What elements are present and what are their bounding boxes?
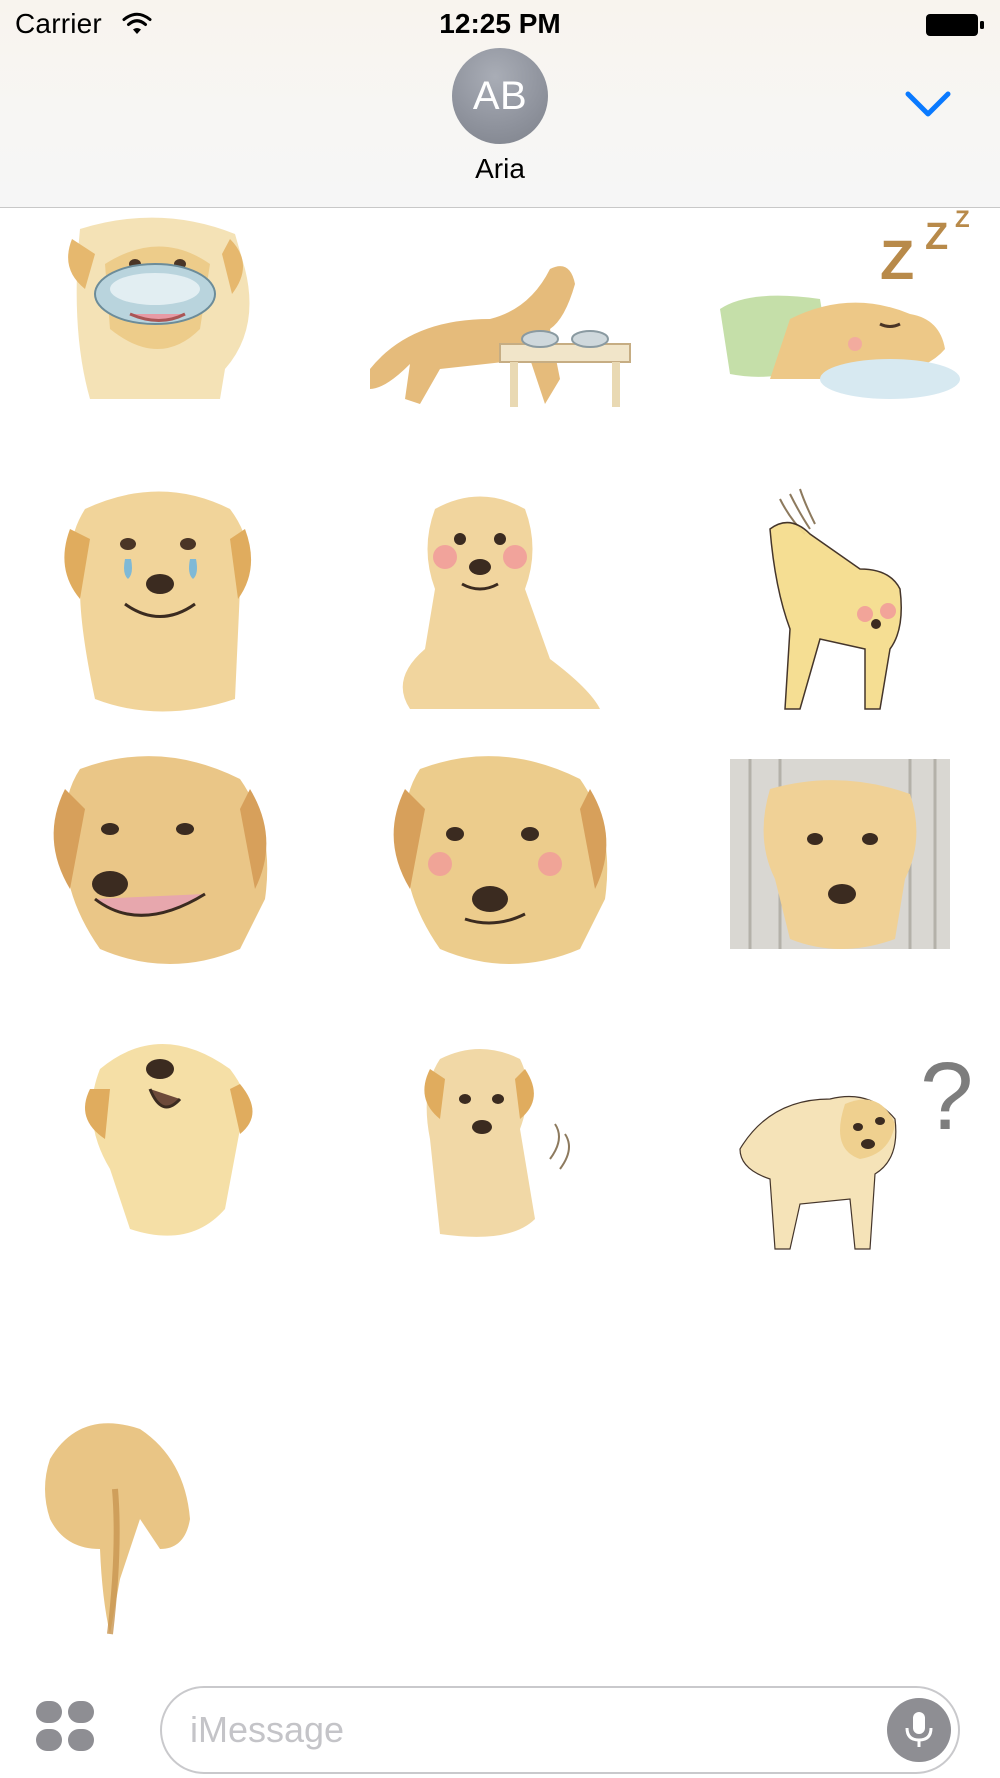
sticker-dog-gloomy[interactable] bbox=[690, 749, 990, 1019]
message-field[interactable] bbox=[160, 1686, 960, 1774]
microphone-icon bbox=[905, 1712, 933, 1747]
message-compose-bar bbox=[0, 1669, 1000, 1778]
contact-avatar[interactable]: AB bbox=[452, 48, 548, 144]
svg-text:Z: Z bbox=[880, 228, 914, 291]
dog-gloomy-image bbox=[730, 759, 950, 949]
sticker-dog-blushing[interactable] bbox=[350, 479, 650, 749]
dog-blushing-image bbox=[402, 496, 600, 709]
svg-text:Z: Z bbox=[955, 209, 970, 233]
dog-blushing-face-image bbox=[393, 756, 608, 964]
sticker-dog-with-bowl[interactable] bbox=[10, 209, 310, 479]
dog-eating-image bbox=[370, 266, 631, 407]
sticker-dog-tail[interactable] bbox=[10, 1399, 240, 1639]
sticker-dog-blushing-face[interactable] bbox=[350, 749, 650, 1019]
dog-question-image: ? bbox=[739, 1043, 973, 1250]
status-time: 12:25 PM bbox=[439, 8, 561, 39]
sticker-dog-sitting[interactable] bbox=[350, 1029, 650, 1299]
svg-text:Z: Z bbox=[925, 216, 948, 258]
chevron-down-icon[interactable] bbox=[900, 84, 956, 124]
dog-shaking-image bbox=[769, 488, 902, 710]
sticker-dog-crying[interactable] bbox=[10, 479, 310, 749]
sticker-dog-sleeping[interactable]: Z Z Z bbox=[690, 209, 990, 479]
dog-crying-image bbox=[64, 491, 252, 712]
sticker-dog-question[interactable]: ? bbox=[690, 1029, 990, 1299]
sticker-dog-eating[interactable] bbox=[350, 229, 650, 499]
dog-tail-image bbox=[45, 1423, 190, 1635]
message-input[interactable] bbox=[190, 1688, 840, 1772]
conversation-header: Carrier 12:25 PM AB Aria bbox=[0, 0, 1000, 208]
dog-with-bowl-image bbox=[68, 217, 250, 399]
app-drawer-icon[interactable] bbox=[34, 1699, 98, 1755]
dog-sitting-image bbox=[424, 1049, 570, 1237]
contact-name[interactable]: Aria bbox=[0, 153, 1000, 185]
sticker-browser: Z Z Z ? bbox=[0, 209, 1000, 1669]
sticker-dog-howling[interactable] bbox=[10, 1029, 310, 1299]
dog-sleeping-image: Z Z Z bbox=[720, 209, 970, 399]
status-bar: Carrier 12:25 PM bbox=[0, 0, 1000, 48]
svg-text:?: ? bbox=[920, 1043, 973, 1150]
battery-icon bbox=[926, 14, 984, 36]
dog-smiling-image bbox=[53, 756, 268, 964]
dog-howling-image bbox=[85, 1044, 253, 1236]
microphone-button[interactable] bbox=[887, 1698, 951, 1762]
sticker-dog-shaking[interactable] bbox=[690, 479, 990, 749]
sticker-dog-smiling[interactable] bbox=[10, 749, 310, 1019]
